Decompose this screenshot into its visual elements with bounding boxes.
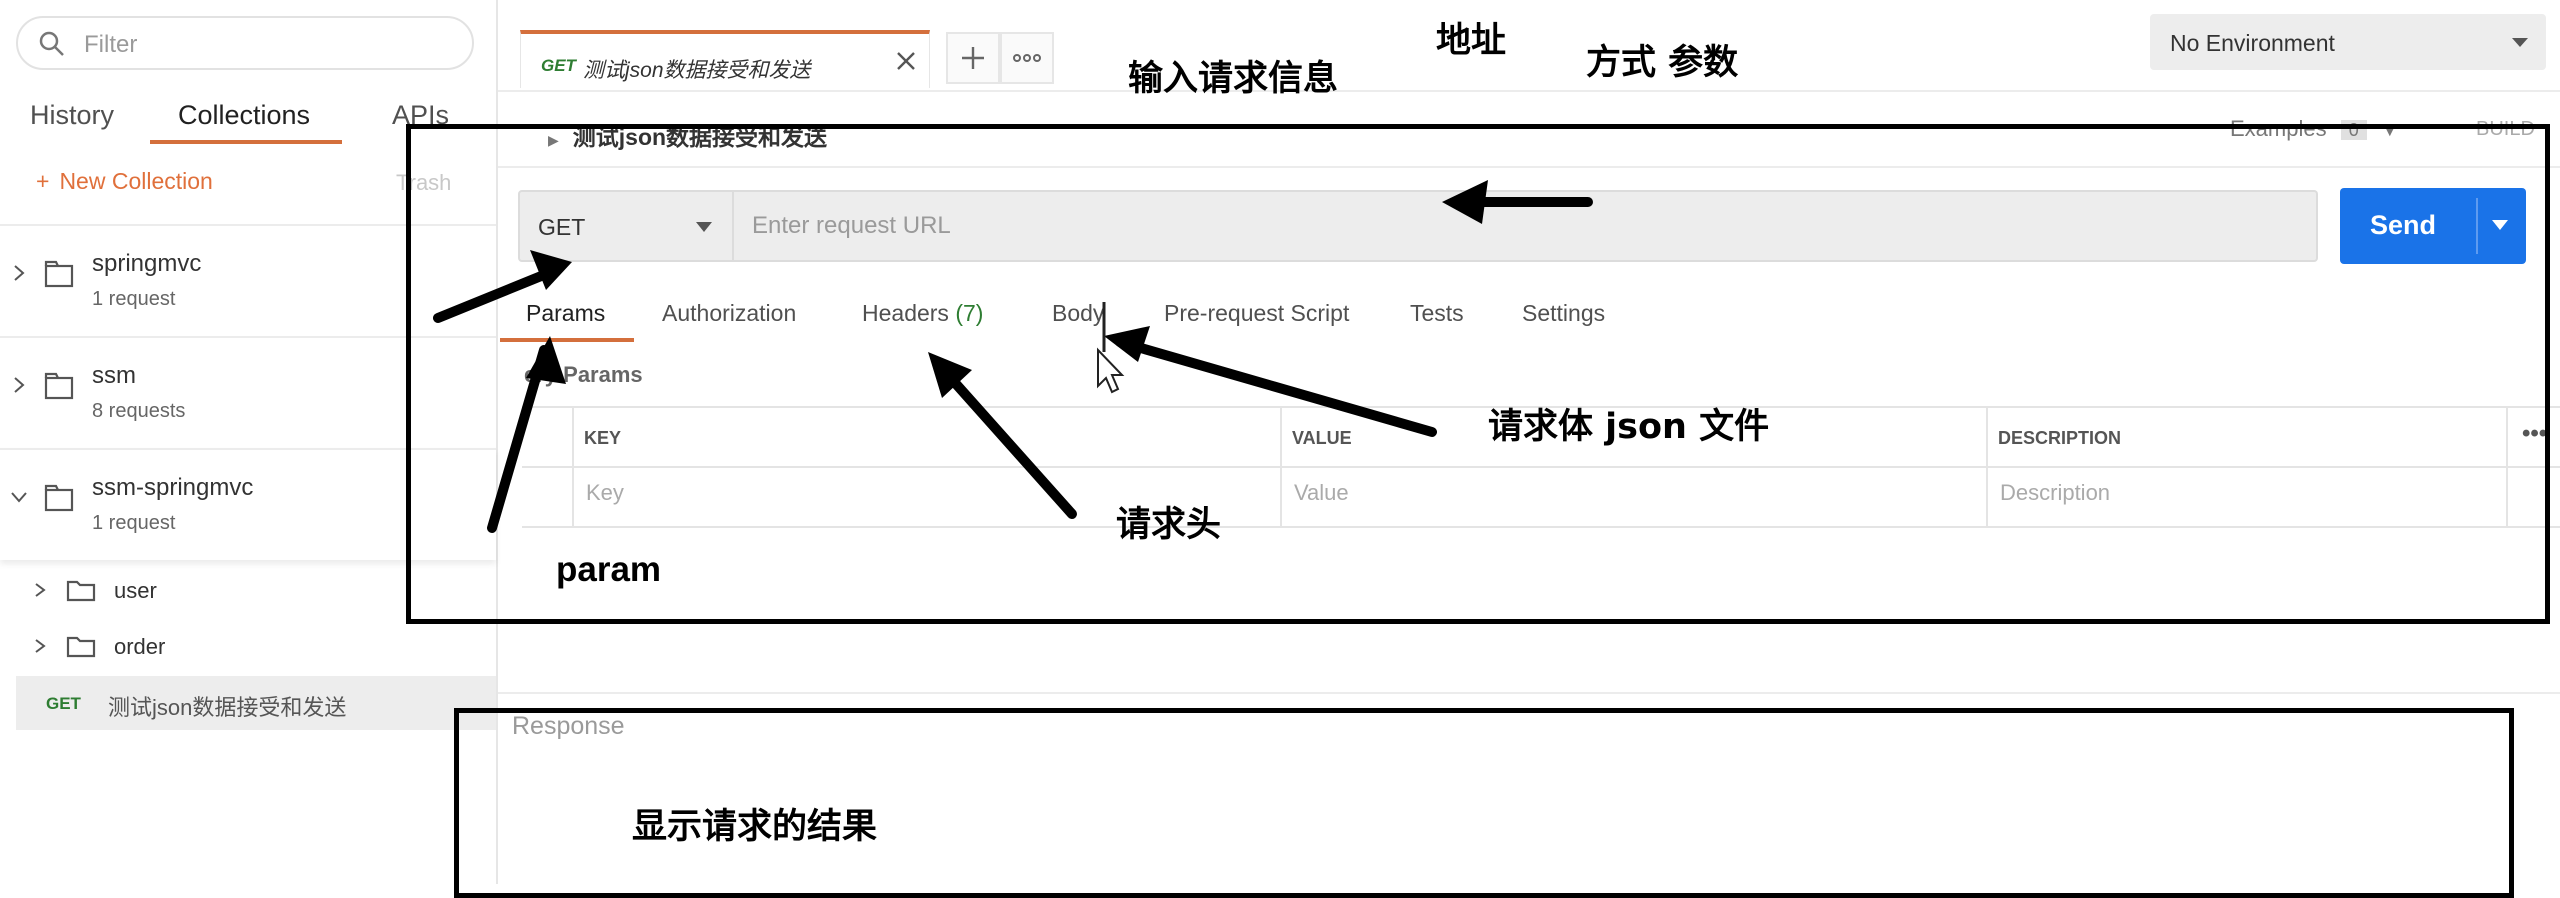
arrowhead-icon — [1104, 326, 1150, 362]
annotation-arrows — [433, 180, 1593, 533]
arrowhead-icon — [1442, 180, 1488, 224]
arrowhead-icon — [530, 250, 572, 290]
arrowhead-icon — [526, 336, 566, 384]
mouse-pointer-icon — [1097, 347, 1125, 394]
arrow-to-body — [1115, 337, 1437, 437]
arrow-to-method — [433, 265, 561, 323]
arrow-to-headers — [935, 361, 1077, 519]
